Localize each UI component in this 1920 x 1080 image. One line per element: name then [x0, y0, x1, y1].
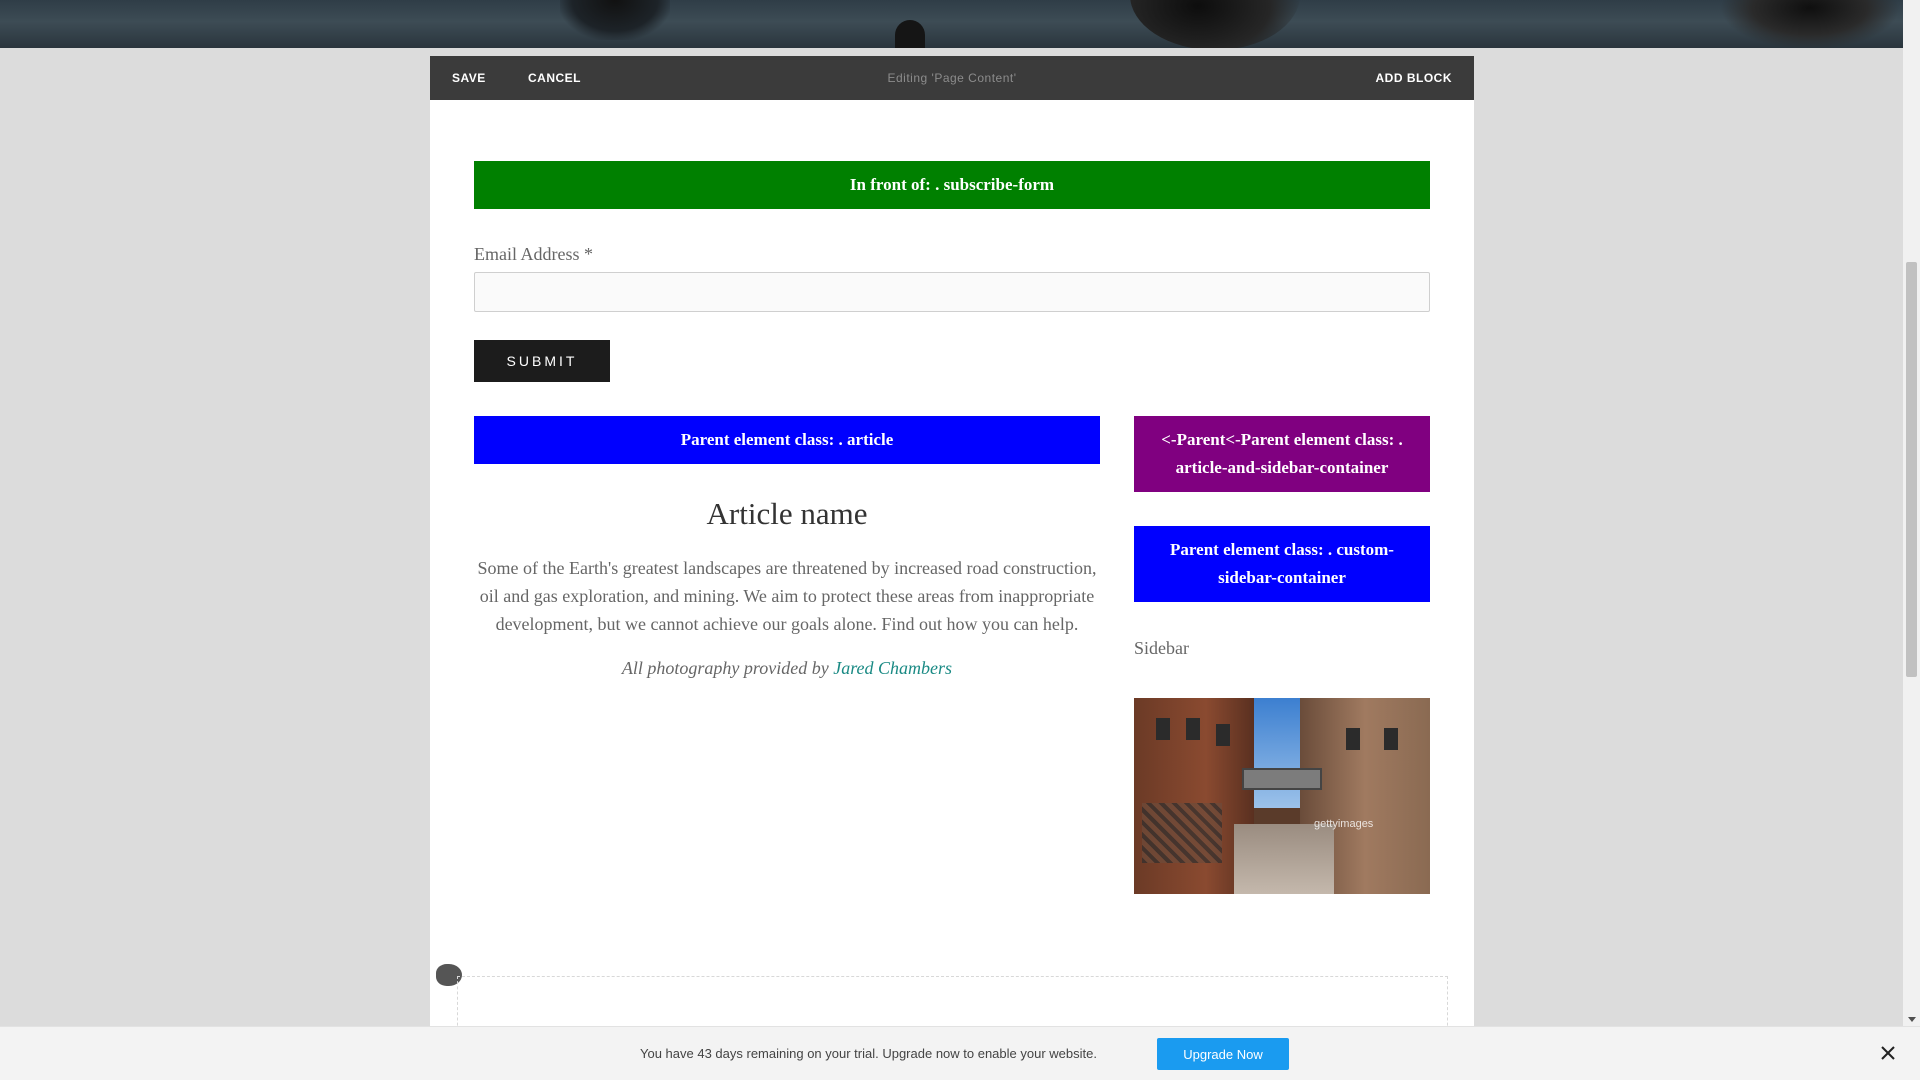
image-skybridge [1242, 768, 1322, 790]
editing-status: Editing 'Page Content' [887, 71, 1017, 85]
image-window [1346, 728, 1360, 750]
sidebar-label: Sidebar [1134, 638, 1189, 658]
container-class-banner: <-Parent<-Parent element class: . articl… [1134, 416, 1430, 492]
photographer-link[interactable]: Jared Chambers [833, 658, 952, 678]
image-watermark: gettyimages [1314, 818, 1374, 830]
editor-toolbar: Editing 'Page Content' SAVE CANCEL ADD B… [430, 56, 1474, 100]
page-content-panel: Editing 'Page Content' SAVE CANCEL ADD B… [430, 56, 1474, 1036]
subscribe-form-banner: In front of: . subscribe-form [474, 161, 1430, 209]
scrollbar-thumb[interactable] [1906, 262, 1917, 677]
page-scrollbar[interactable] [1903, 0, 1920, 1026]
article-body: Some of the Earth's greatest landscapes … [477, 558, 1097, 634]
hero-shadow [560, 0, 670, 40]
add-block-button[interactable]: ADD BLOCK [1376, 56, 1453, 100]
sidebar-container-class-banner: Parent element class: . custom-sidebar-c… [1134, 526, 1430, 602]
upgrade-now-button[interactable]: Upgrade Now [1157, 1038, 1289, 1070]
image-window [1156, 718, 1170, 740]
scroll-down-arrow-icon[interactable] [1908, 1017, 1916, 1022]
hero-shadow [1130, 0, 1300, 48]
credit-prefix: All photography provided by [621, 658, 834, 678]
trial-banner: You have 43 days remaining on your trial… [0, 1026, 1920, 1080]
hero-shadow [1720, 0, 1900, 48]
email-label: Email Address * [474, 244, 593, 264]
article-title: Article name [706, 496, 868, 531]
image-window [1384, 728, 1398, 750]
article-class-banner: Parent element class: . article [474, 416, 1100, 464]
sidebar-image[interactable]: gettyimages [1134, 698, 1430, 894]
hero-shadow [895, 20, 925, 48]
image-street [1234, 824, 1334, 894]
email-field[interactable] [474, 272, 1430, 312]
save-button[interactable]: SAVE [452, 56, 486, 100]
close-icon[interactable] [1876, 1041, 1900, 1065]
image-window [1216, 724, 1230, 746]
image-window [1186, 718, 1200, 740]
hero-image [0, 0, 1903, 48]
trial-message: You have 43 days remaining on your trial… [640, 1046, 1097, 1061]
submit-button[interactable]: SUBMIT [474, 340, 610, 382]
cancel-button[interactable]: CANCEL [528, 56, 581, 100]
photo-credit: All photography provided by Jared Chambe… [474, 658, 1100, 679]
image-graffiti [1142, 803, 1222, 863]
